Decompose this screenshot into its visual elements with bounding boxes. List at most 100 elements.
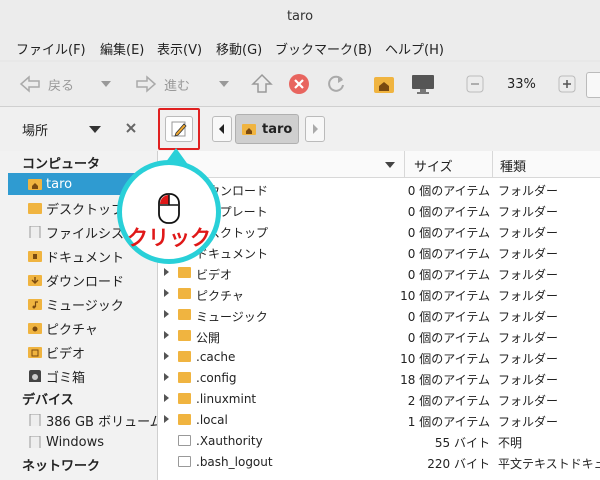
file-size: 220 バイト [427,457,490,471]
breadcrumb-left-button[interactable] [212,116,232,142]
file-size: 10 個のアイテム [400,289,490,303]
expand-arrow-icon[interactable] [164,289,169,297]
documents-folder-icon [28,251,42,262]
file-row[interactable]: .cache 10 個のアイテム フォルダー [158,347,600,368]
file-row[interactable]: ミュージック 0 個のアイテム フォルダー [158,305,600,326]
zoom-out-icon [466,75,484,93]
menu-file[interactable]: ファイル(F) [16,39,86,58]
expand-arrow-icon[interactable] [164,373,169,381]
downloads-folder-icon [28,275,42,286]
file-row[interactable]: ダウンロード 0 個のアイテム フォルダー [158,179,600,200]
menu-edit[interactable]: 編集(E) [100,39,144,58]
close-icon [126,123,136,133]
file-kind: フォルダー [498,268,559,282]
file-kind: フォルダー [498,247,559,261]
music-folder-icon [178,309,191,320]
title-bar: taro [0,0,600,34]
toggle-location-entry-button[interactable] [165,116,193,142]
file-size: 10 個のアイテム [400,352,490,366]
expand-arrow-icon[interactable] [164,394,169,402]
file-name: .bash_logout [196,455,273,469]
home-button[interactable] [372,72,396,96]
chevron-left-icon [219,124,224,134]
sidebar-item-videos[interactable]: ビデオ [8,341,157,363]
file-row[interactable]: .local 1 個のアイテム フォルダー [158,410,600,431]
sidebar-item-label: ミュージック [46,298,124,314]
monitor-icon [412,75,434,94]
expand-arrow-icon[interactable] [164,268,169,276]
zoom-out-button[interactable] [465,72,485,96]
file-row[interactable]: .bash_logout 220 バイト 平文テキストドキュメント [158,452,600,473]
file-kind: フォルダー [498,373,559,387]
file-size: 0 個のアイテム [407,205,490,219]
file-name: .config [196,371,237,385]
zoom-in-button[interactable] [557,72,577,96]
music-folder-icon [28,299,42,310]
file-row[interactable]: .Xauthority 55 バイト 不明 [158,431,600,452]
file-row[interactable]: ドキュメント 0 個のアイテム フォルダー [158,242,600,263]
sidebar-item-downloads[interactable]: ダウンロード [8,269,157,291]
file-size: 1 個のアイテム [407,415,490,429]
sidebar-item-windows[interactable]: Windows [8,431,157,453]
zoom-in-icon [558,75,576,93]
unknown-file-icon [178,435,191,446]
zoom-level: 33% [507,76,536,92]
back-arrow-icon [19,75,40,93]
view-mode-combo[interactable] [586,72,600,98]
file-name: 公開 [196,331,221,345]
file-row[interactable]: 公開 0 個のアイテム フォルダー [158,326,600,347]
menu-help[interactable]: ヘルプ(H) [385,39,444,58]
file-row[interactable]: テンプレート 0 個のアイテム フォルダー [158,200,600,221]
forward-history-dropdown[interactable] [218,72,230,96]
sort-descending-icon[interactable] [384,160,396,170]
file-kind: フォルダー [498,415,559,429]
sidebar-item-label: ビデオ [46,346,86,362]
sidebar-item-volume[interactable]: 386 GB ボリューム [8,409,157,431]
file-kind: フォルダー [498,226,559,240]
file-name: ビデオ [196,268,233,282]
computer-button[interactable] [410,72,436,96]
chevron-down-icon [219,81,229,87]
forward-button[interactable]: 進む [134,72,190,96]
menu-go[interactable]: 移動(G) [216,39,262,58]
breadcrumb-label: taro [262,121,293,137]
expand-arrow-icon[interactable] [164,331,169,339]
places-dropdown[interactable] [88,123,102,138]
expand-arrow-icon[interactable] [164,310,169,318]
file-kind: フォルダー [498,184,559,198]
menu-view[interactable]: 表示(V) [157,39,202,58]
breadcrumb-home[interactable]: taro [235,114,299,144]
file-row[interactable]: .config 18 個のアイテム フォルダー [158,368,600,389]
reload-button[interactable] [324,72,348,96]
column-header: サイズ 種類 [158,151,600,178]
file-kind: フォルダー [498,205,559,219]
sidebar-item-trash[interactable]: ゴミ箱 [8,365,157,387]
back-button[interactable]: 戻る [18,72,74,96]
breadcrumb-right-button[interactable] [305,116,325,142]
file-row[interactable]: ピクチャ 10 個のアイテム フォルダー [158,284,600,305]
expand-arrow-icon[interactable] [164,415,169,423]
file-size: 0 個のアイテム [407,247,490,261]
close-sidebar-button[interactable] [124,121,138,139]
sidebar-item-pictures[interactable]: ピクチャ [8,317,157,339]
sidebar-item-label: 386 GB ボリューム [46,414,158,430]
file-kind: フォルダー [498,352,559,366]
column-kind[interactable]: 種類 [500,156,526,175]
sidebar-item-music[interactable]: ミュージック [8,293,157,315]
stop-button[interactable] [287,72,311,96]
expand-arrow-icon[interactable] [164,352,169,360]
file-row[interactable]: デスクトップ 0 個のアイテム フォルダー [158,221,600,242]
column-size[interactable]: サイズ [414,156,453,175]
parent-folder-button[interactable] [250,72,274,96]
folder-icon [178,414,191,425]
folder-icon [178,351,191,362]
reload-icon [328,75,344,92]
file-row[interactable]: .linuxmint 2 個のアイテム フォルダー [158,389,600,410]
back-history-dropdown[interactable] [100,72,112,96]
mouse-click-icon [158,193,180,224]
file-name: ミュージック [196,310,268,324]
file-row[interactable]: ビデオ 0 個のアイテム フォルダー [158,263,600,284]
forward-label: 進む [164,78,191,94]
menu-bookmarks[interactable]: ブックマーク(B) [275,39,372,58]
file-name: ピクチャ [196,289,244,303]
